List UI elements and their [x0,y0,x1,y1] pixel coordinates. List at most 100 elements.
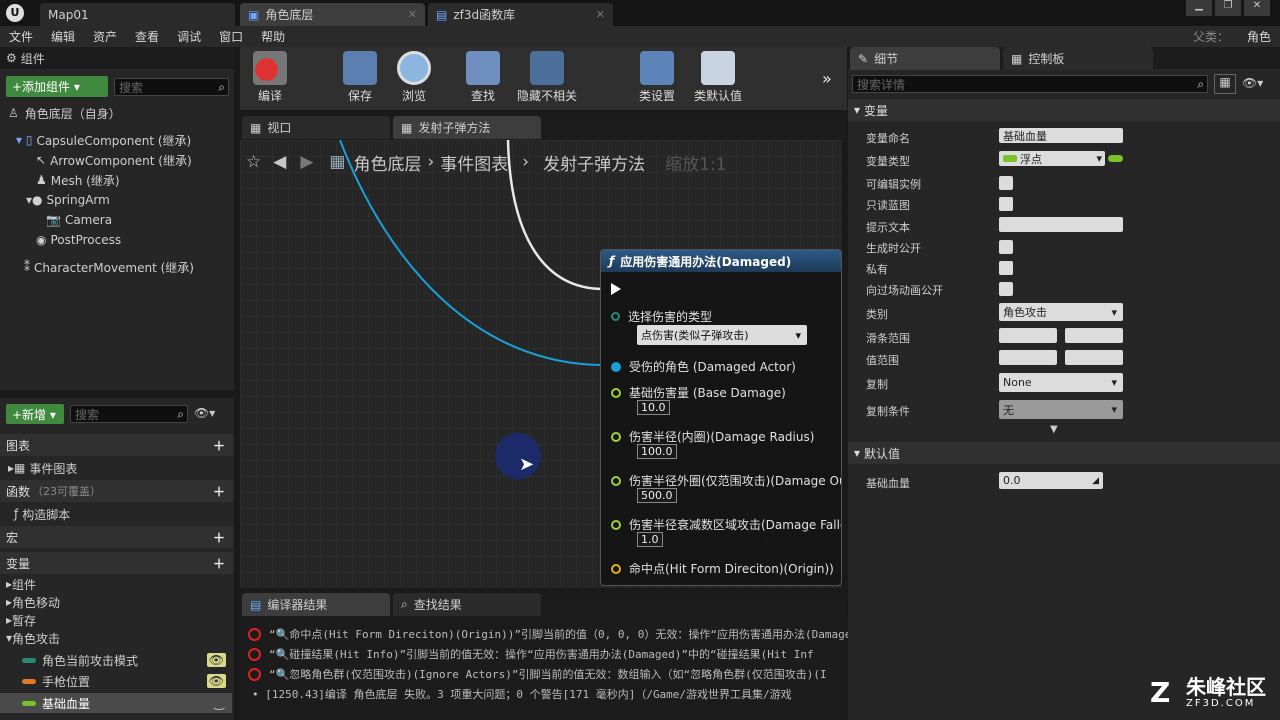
add-component-button[interactable]: +添加组件 ▾ [6,76,108,97]
section-graphs[interactable]: 图表 ＋ [0,434,233,456]
unreal-logo-icon[interactable]: U [6,4,24,22]
log-error-row[interactable]: “🔍命中点(Hit Form Direciton)(Origin))”引脚当前的… [248,626,851,642]
expose-on-spawn-checkbox[interactable] [999,240,1013,254]
menu-asset[interactable]: 资产 [84,28,126,45]
component-postprocess[interactable]: ◉ PostProcess [36,230,121,250]
tab-viewport[interactable]: ▦ 视口 [242,116,390,139]
save-button[interactable]: 保存 [330,51,390,104]
component-movement[interactable]: ⁑ CharacterMovement (继承) [24,257,194,277]
variable-type-select[interactable]: 浮点 ▾ [999,151,1105,166]
maximize-icon[interactable]: ❐ [1215,0,1241,16]
grid-view-icon[interactable]: ▦ [1214,74,1236,94]
slider-min-input[interactable] [999,328,1057,343]
variable-gun-location[interactable]: 手枪位置 👁 [22,671,232,691]
browse-button[interactable]: 浏览 [384,51,444,104]
variable-attack-mode[interactable]: 角色当前攻击模式 👁 [22,650,232,670]
star-icon[interactable]: ☆ [246,152,261,172]
category-temp[interactable]: ▸ 暂存 [6,610,36,630]
mybp-search-input[interactable]: 搜索 ⌕ [70,405,188,423]
eye-icon[interactable]: 👁▾ [194,406,215,420]
close-icon[interactable]: ✕ [408,8,417,21]
pin-icon[interactable] [611,563,621,574]
pin-icon[interactable] [611,387,621,398]
eye-closed-icon[interactable]: ‿ [214,696,224,710]
variable-section-header[interactable]: ▾ 变量 [848,99,1280,121]
overflow-icon[interactable]: » [822,69,832,88]
menu-view[interactable]: 查看 [126,28,168,45]
menu-debug[interactable]: 调试 [168,28,210,45]
tab-character-base[interactable]: ▣ 角色底层 ✕ [240,3,425,26]
variable-base-health[interactable]: 基础血量 ‿ [0,693,232,713]
close-icon[interactable]: ✕ [596,8,605,21]
section-functions[interactable]: 函数 （23可覆盖） ＋ [0,480,233,502]
tab-fire-bullet[interactable]: ▦ 发射子弹方法 [393,116,541,139]
instance-editable-checkbox[interactable] [999,176,1013,190]
tab-find-results[interactable]: ⌕ 查找结果 [393,593,541,616]
log-error-row[interactable]: “🔍碰撞结果(Hit Info)”引脚当前的值无效：操作“应用伤害通用办法(Da… [248,646,814,662]
damage-type-select[interactable]: 点伤害(类似子弹攻击) ▾ [637,325,807,345]
category-attack[interactable]: ▾ 角色攻击 [6,628,60,648]
variable-name-input[interactable]: 基础血量 [999,128,1123,143]
pin-icon[interactable] [611,431,621,442]
expose-cinematics-checkbox[interactable] [999,282,1013,296]
close-window-icon[interactable]: ✕ [1244,0,1270,16]
forward-icon[interactable]: ▶ [300,152,313,172]
menu-edit[interactable]: 编辑 [42,28,84,45]
menu-file[interactable]: 文件 [0,28,42,45]
value-min-input[interactable] [999,350,1057,365]
breadcrumb-event-graph[interactable]: 事件图表 [440,150,508,175]
private-checkbox[interactable] [999,261,1013,275]
back-icon[interactable]: ◀ [273,152,286,172]
tab-details[interactable]: ✎ 细节 [850,47,1000,70]
category-components[interactable]: ▸ 组件 [6,574,36,594]
default-section-header[interactable]: ▾ 默认值 [848,442,1280,464]
section-variables[interactable]: 变量 ＋ [0,552,233,574]
breadcrumb-blueprint[interactable]: 角色底层 [353,150,421,175]
add-variable-icon[interactable]: ＋ [213,555,225,572]
component-capsule[interactable]: ▾ ▯ CapsuleComponent (继承) [16,130,191,150]
apply-damage-node[interactable]: ƒ 应用伤害通用办法(Damaged) 选择伤害的类型 点伤害(类似子弹攻击) ▾ … [600,249,842,586]
pin-icon[interactable] [611,312,620,321]
component-mesh[interactable]: ♟ Mesh (继承) [36,170,120,190]
breadcrumb-function[interactable]: 发射子弹方法 [543,150,645,175]
replication-condition-select[interactable]: 无 ▾ [999,400,1123,419]
expand-advanced-icon[interactable]: ▼ [1050,424,1058,435]
class-settings-button[interactable]: 类设置 [627,51,687,104]
component-springarm[interactable]: ▾● SpringArm [26,190,110,210]
find-button[interactable]: 查找 [453,51,513,104]
tooltip-input[interactable] [999,217,1123,232]
minimize-icon[interactable]: ▁ [1186,0,1212,16]
component-arrow[interactable]: ↖ ArrowComponent (继承) [36,150,192,170]
log-summary-row[interactable]: • [1250.43]编译 角色底层 失败。3 项重大问题；0 个警告[171 … [252,686,792,702]
add-graph-icon[interactable]: ＋ [213,437,225,454]
tab-compiler-results[interactable]: ▤ 编译器结果 [242,593,390,616]
blueprint-readonly-checkbox[interactable] [999,197,1013,211]
details-search-input[interactable]: 搜索详情 ⌕ [852,75,1208,93]
base-damage-input[interactable]: 10.0 [637,400,670,415]
tab-palette[interactable]: ▦ 控制板 [1003,47,1153,70]
hide-unrelated-button[interactable]: 隐藏不相关 [512,51,582,104]
category-select[interactable]: 角色攻击 ▾ [999,303,1123,321]
replication-select[interactable]: None ▾ [999,373,1123,392]
add-function-icon[interactable]: ＋ [213,483,225,500]
compile-button[interactable]: 编译 [240,51,300,104]
pin-icon[interactable] [611,475,621,486]
parent-class-value[interactable]: 角色 [1238,28,1280,45]
eye-icon[interactable]: 👁 [206,653,226,667]
class-defaults-button[interactable]: 类默认值 [688,51,748,104]
component-root[interactable]: ♙ 角色底层（自身） [8,103,121,123]
exec-pin-icon[interactable] [611,283,621,295]
menu-window[interactable]: 窗口 [210,28,252,45]
inner-radius-input[interactable]: 100.0 [637,444,677,459]
falloff-input[interactable]: 1.0 [637,532,663,547]
default-health-input[interactable]: 0.0 ◢ [999,472,1103,489]
menu-help[interactable]: 帮助 [252,28,294,45]
component-camera[interactable]: 📷 Camera [46,210,112,230]
log-error-row[interactable]: “🔍忽略角色群(仅范围攻击)(Ignore Actors)”引脚当前的值无效：数… [248,666,827,682]
eye-icon[interactable]: 👁 [206,674,226,688]
components-search-input[interactable]: 搜索 ⌕ [114,78,229,96]
graph-event-graph[interactable]: ▸▦ 事件图表 [8,458,77,478]
pin-icon[interactable] [611,361,621,372]
add-macro-icon[interactable]: ＋ [213,529,225,546]
tab-map01[interactable]: Map01 [40,3,235,26]
